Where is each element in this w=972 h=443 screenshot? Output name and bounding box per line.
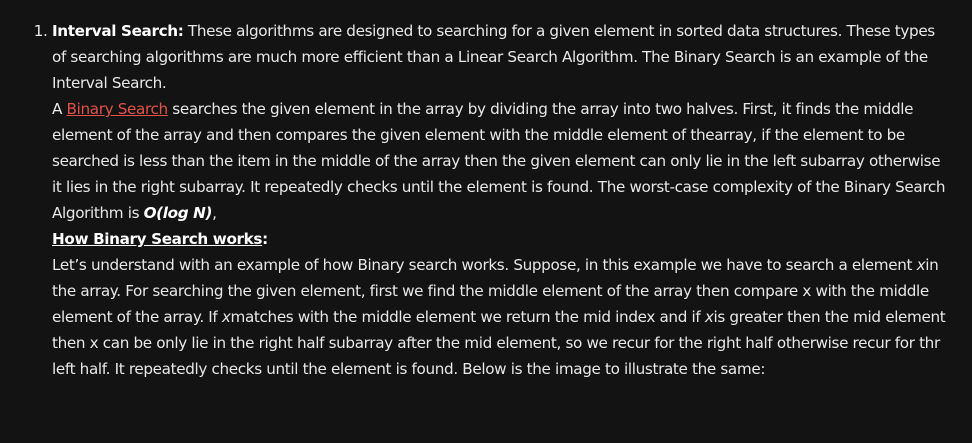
binary-prefix: A — [52, 100, 67, 118]
list-item-interval-search: Interval Search: These algorithms are de… — [52, 18, 952, 382]
variable-x: x — [916, 256, 926, 274]
how-heading-colon: : — [262, 230, 268, 248]
how-binary-search-heading: How Binary Search works: — [52, 226, 952, 252]
binary-suffix: , — [212, 204, 217, 222]
complexity-notation: O(log N) — [143, 204, 213, 222]
variable-x: x — [221, 308, 231, 326]
article-content: Interval Search: These algorithms are de… — [0, 0, 972, 382]
binary-search-link[interactable]: Binary Search — [67, 100, 169, 118]
example-paragraph: Let’s understand with an example of how … — [52, 252, 952, 382]
example-text-3: matches with the middle element we retur… — [230, 308, 705, 326]
example-text-1: Let’s understand with an example of how … — [52, 256, 917, 274]
intro-text: These algorithms are designed to searchi… — [52, 22, 935, 92]
term-interval-search: Interval Search: — [52, 22, 184, 40]
binary-search-paragraph: A Binary Search searches the given eleme… — [52, 96, 952, 226]
ordered-list: Interval Search: These algorithms are de… — [36, 18, 952, 382]
how-heading-text: How Binary Search works — [52, 230, 263, 248]
intro-paragraph: Interval Search: These algorithms are de… — [52, 18, 952, 96]
